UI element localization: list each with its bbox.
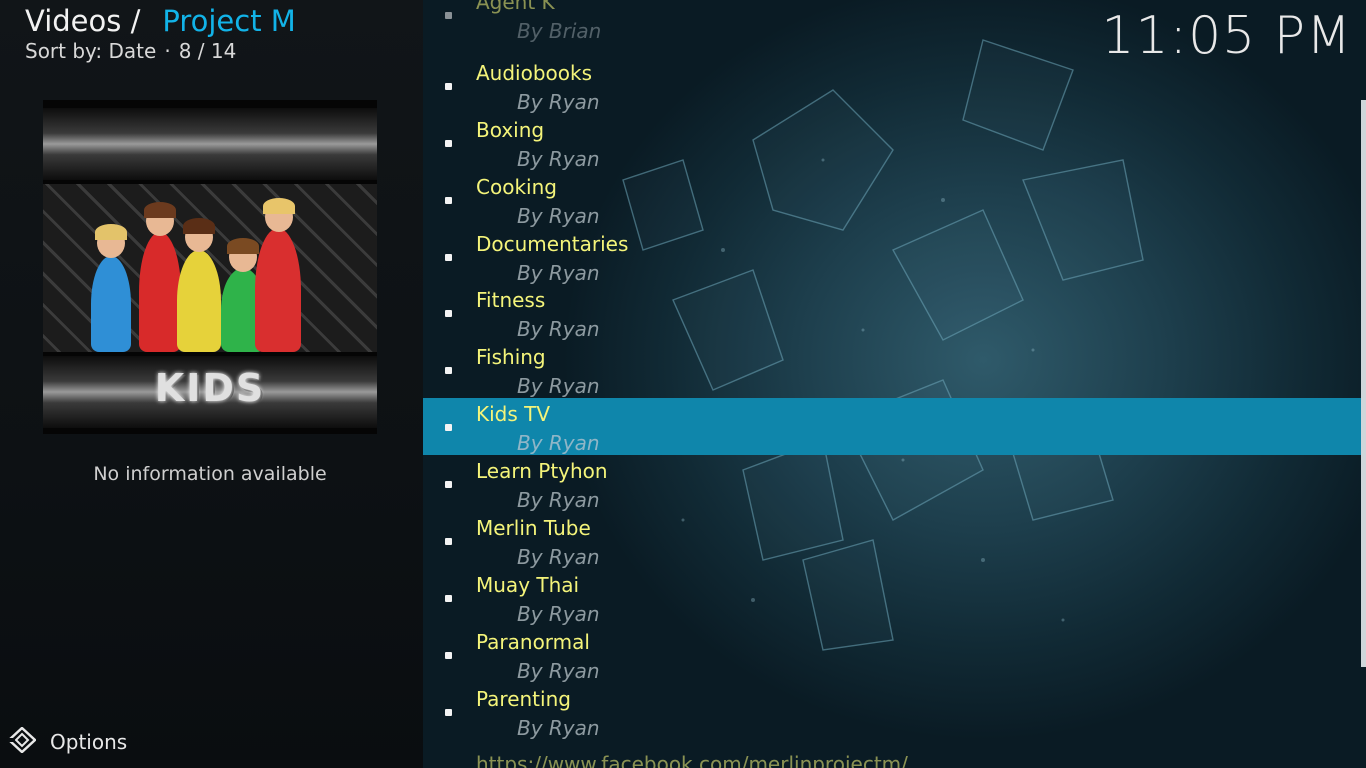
list-item[interactable]: Boxing By Ryan (423, 114, 1363, 171)
item-author: By Ryan (517, 90, 600, 114)
item-author: By Ryan (517, 317, 600, 341)
child-hair (263, 198, 295, 214)
list-item-selected[interactable]: Kids TV By Ryan (423, 398, 1363, 455)
list-item[interactable]: Agent K By Brian (423, 0, 1363, 43)
bullet-icon (445, 424, 452, 431)
item-title: Audiobooks (476, 61, 593, 85)
breadcrumb-section: Videos / (25, 4, 141, 38)
addon-list-panel: 11:05 PM Agent K By Brian Audiobooks By … (423, 0, 1366, 768)
bullet-icon (445, 140, 452, 147)
sort-info: Sort by: Date · 8 / 14 (25, 39, 236, 63)
list-item[interactable]: Documentaries By Ryan (423, 228, 1363, 285)
list-item[interactable]: Learn Ptyhon By Ryan (423, 455, 1363, 512)
thumbnail-top-bar (43, 108, 377, 180)
item-author: By Ryan (517, 716, 600, 740)
item-author: By Ryan (517, 374, 600, 398)
sort-separator: · (164, 39, 171, 63)
kids-logo: KIDS (154, 366, 266, 410)
child-hair (95, 224, 127, 240)
bullet-icon (445, 310, 452, 317)
item-title: Parenting (476, 687, 571, 711)
list-item[interactable]: Paranormal By Ryan (423, 626, 1363, 683)
list-item[interactable]: Fitness By Ryan (423, 284, 1363, 341)
item-author: By Ryan (517, 204, 600, 228)
bullet-icon (445, 367, 452, 374)
options-button[interactable]: Options (7, 726, 128, 757)
kids-photo (43, 184, 377, 352)
item-title: Cooking (476, 175, 557, 199)
item-title: Documentaries (476, 232, 629, 256)
child-hair (227, 238, 259, 254)
options-icon (7, 726, 37, 757)
bullet-icon (445, 197, 452, 204)
bullet-icon (445, 254, 452, 261)
list-item[interactable]: Audiobooks By Ryan (423, 57, 1363, 114)
list-item[interactable]: https://www.facebook.com/merlinprojectm/ (423, 748, 1363, 768)
item-title: Learn Ptyhon (476, 459, 608, 483)
scrollbar[interactable] (1361, 100, 1366, 667)
list-item[interactable]: Fishing By Ryan (423, 341, 1363, 398)
info-text: No information available (93, 463, 327, 485)
bullet-icon (445, 481, 452, 488)
item-title: Fishing (476, 345, 546, 369)
item-author: By Ryan (517, 659, 600, 683)
item-title: Merlin Tube (476, 516, 591, 540)
addon-thumbnail: KIDS (43, 100, 377, 434)
item-title: Fitness (476, 288, 546, 312)
item-author: By Ryan (517, 147, 600, 171)
bullet-icon (445, 538, 452, 545)
bullet-icon (445, 652, 452, 659)
item-title: Paranormal (476, 630, 590, 654)
item-author: By Ryan (517, 431, 600, 455)
item-author: By Ryan (517, 488, 600, 512)
list-item[interactable]: Merlin Tube By Ryan (423, 512, 1363, 569)
info-panel: Videos / Project M Sort by: Date · 8 / 14 K… (0, 0, 423, 768)
bullet-icon (445, 595, 452, 602)
item-title: Kids TV (476, 402, 551, 426)
child-figure (255, 228, 301, 352)
child-hair (144, 202, 176, 218)
child-figure (139, 232, 181, 352)
item-author: By Ryan (517, 602, 600, 626)
child-figure (177, 250, 221, 352)
bullet-icon (445, 83, 452, 90)
list-item[interactable]: Muay Thai By Ryan (423, 569, 1363, 626)
item-author: By Brian (517, 19, 602, 43)
item-title: Agent K (476, 0, 555, 14)
sort-label[interactable]: Sort by: Date (25, 39, 156, 63)
item-author: By Ryan (517, 261, 600, 285)
item-title: Muay Thai (476, 573, 580, 597)
list-position: 8 / 14 (178, 39, 237, 63)
child-hair (183, 218, 215, 234)
item-title: https://www.facebook.com/merlinprojectm/ (476, 752, 908, 768)
breadcrumb: Videos / Project M (25, 4, 296, 38)
options-label: Options (50, 730, 128, 754)
list-item[interactable]: Cooking By Ryan (423, 171, 1363, 228)
child-figure (91, 256, 131, 352)
item-title: Boxing (476, 118, 545, 142)
bullet-icon (445, 709, 452, 716)
bullet-icon (445, 12, 452, 19)
breadcrumb-project: Project M (162, 4, 296, 38)
item-author: By Ryan (517, 545, 600, 569)
list-item[interactable]: Parenting By Ryan (423, 683, 1363, 740)
